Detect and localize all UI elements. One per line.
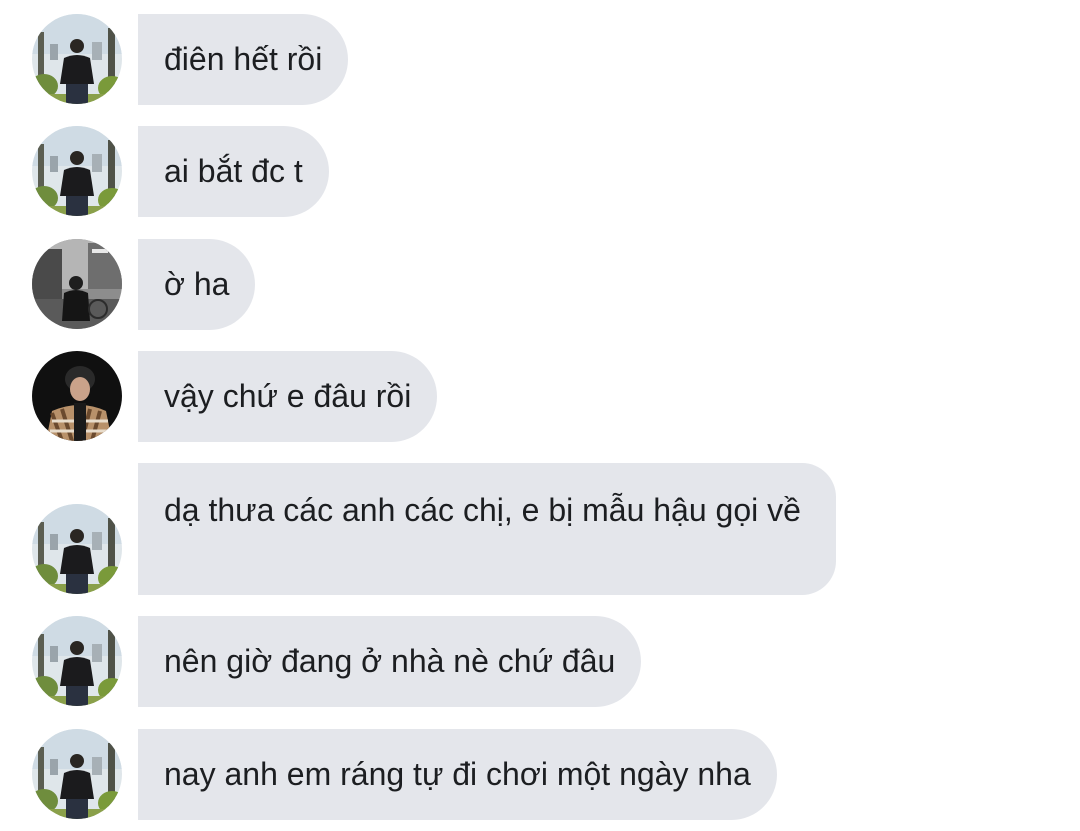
- avatar[interactable]: [32, 729, 122, 819]
- avatar[interactable]: [32, 239, 122, 329]
- avatar[interactable]: [32, 126, 122, 216]
- avatar[interactable]: [32, 504, 122, 594]
- avatar[interactable]: [32, 616, 122, 706]
- avatar[interactable]: [32, 14, 122, 104]
- message-bubble[interactable]: điên hết rồi: [138, 14, 349, 105]
- message-bubble[interactable]: ờ ha: [138, 239, 256, 330]
- message-thread: điên hết rồi ai bắt đc t ờ ha vậy chứ e …: [0, 0, 1080, 831]
- avatar[interactable]: [32, 351, 122, 441]
- message-bubble[interactable]: vậy chứ e đâu rồi: [138, 351, 438, 442]
- message-bubble[interactable]: ai bắt đc t: [138, 126, 329, 217]
- message-bubble[interactable]: nay anh em ráng tự đi chơi một ngày nha: [138, 729, 777, 820]
- message-bubble[interactable]: nên giờ đang ở nhà nè chứ đâu: [138, 616, 642, 707]
- message-bubble[interactable]: dạ thưa các anh các chị, e bị mẫu hậu gọ…: [138, 463, 836, 595]
